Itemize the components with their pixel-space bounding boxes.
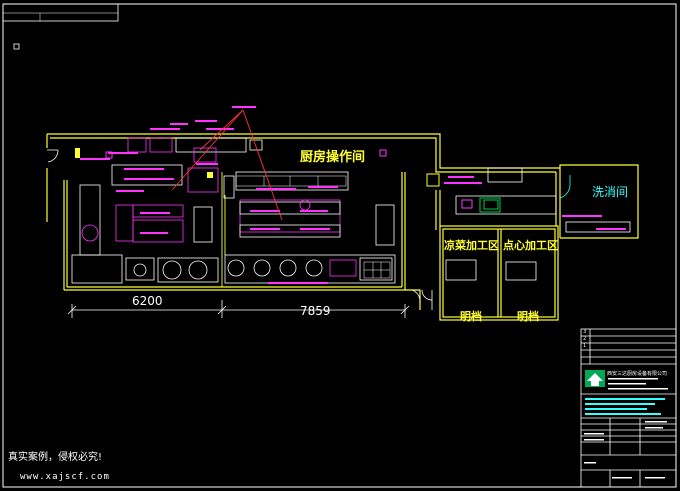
dimension-right: 7859 (300, 304, 331, 318)
dimension-left: 6200 (132, 294, 163, 308)
burners (81, 199, 323, 280)
title-block-rev-2: 2 (583, 336, 587, 342)
shelving-grids (235, 175, 391, 279)
title-block-logo (585, 370, 605, 387)
website-url: www.xajscf.com (20, 472, 110, 482)
room-label-pass-window-2: 明档 (517, 310, 539, 323)
dimension-lines (67, 300, 410, 318)
title-block-fill-lines (584, 378, 668, 479)
copyright-notice: 真实案例，侵权必究! (8, 452, 103, 463)
room-label-cold-dish: 凉菜加工区 (444, 239, 499, 252)
cad-drawing-canvas (2, 3, 677, 488)
title-block-info-lines (585, 398, 665, 415)
leader-lines (171, 109, 283, 221)
title-block-rev-3: 3 (583, 329, 587, 335)
title-block-company: 西安三达厨房设备有限公司 (607, 371, 668, 377)
room-label-pass-window-1: 明档 (460, 310, 482, 323)
room-label-pastry: 点心加工区 (503, 239, 558, 252)
title-block-rev-1: 1 (583, 343, 587, 349)
room-label-dishwash: 洗消间 (592, 185, 629, 199)
equipment-annotations (80, 106, 626, 284)
room-label-kitchen: 厨房操作间 (300, 150, 366, 165)
drawing-frame (2, 3, 677, 488)
